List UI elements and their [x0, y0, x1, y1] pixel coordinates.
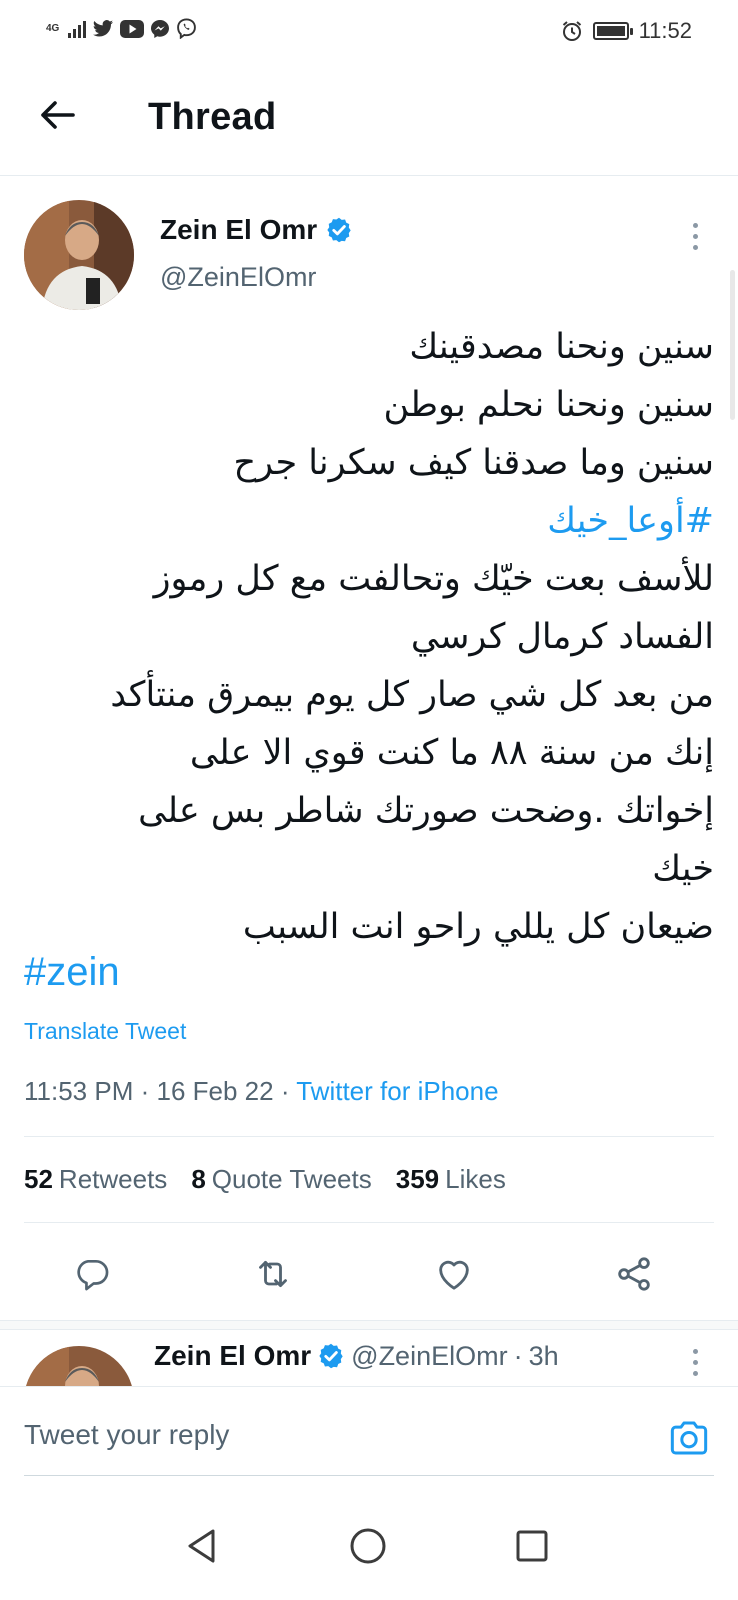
tweet-line: سنين ونحنا نحلم بوطن	[383, 385, 714, 425]
divider	[24, 1136, 714, 1137]
retweet-button[interactable]	[249, 1250, 297, 1298]
share-icon	[618, 1257, 650, 1291]
hashtag-zein-link[interactable]: #zein	[24, 950, 120, 995]
reply-author-name: Zein El Omr	[154, 1340, 312, 1371]
nav-home-button[interactable]	[338, 1516, 398, 1576]
likes-label: Likes	[445, 1164, 506, 1194]
tweet-line: خيك	[652, 849, 714, 889]
retweets-count: 52	[24, 1164, 53, 1194]
author-handle[interactable]: @ZeinElOmr	[160, 262, 316, 293]
meta-separator: ·	[280, 1076, 297, 1106]
tweet-source-link[interactable]: Twitter for iPhone	[296, 1076, 498, 1106]
quotes-count: 8	[191, 1164, 206, 1194]
app-header: Thread	[0, 62, 738, 176]
more-dot-icon	[692, 233, 698, 239]
tweet-line: الفساد كرمال كرسي	[410, 617, 714, 657]
tweet-actions	[0, 1238, 738, 1318]
camera-button[interactable]	[664, 1413, 714, 1463]
tweet-meta: 11:53 PM · 16 Feb 22 · Twitter for iPhon…	[24, 1076, 499, 1107]
more-dot-icon	[692, 1370, 698, 1376]
reply-composer: Tweet your reply	[0, 1386, 738, 1490]
likes-count: 359	[395, 1164, 440, 1194]
retweet-icon	[259, 1260, 287, 1288]
tweet-text: سنين ونحنا مصدقينك سنين ونحنا نحلم بوطن …	[24, 318, 714, 956]
scrollbar[interactable]	[730, 270, 735, 420]
meta-separator: ·	[513, 1340, 523, 1371]
author-name[interactable]: Zein El Omr	[160, 214, 353, 246]
tweet-line: سنين وما صدقنا كيف سكرنا جرح	[233, 443, 714, 483]
arrow-left-icon	[41, 101, 75, 129]
back-button[interactable]	[32, 90, 82, 140]
recents-square-icon	[516, 1530, 548, 1562]
hashtag-link[interactable]: #أوعا_خيك	[24, 492, 714, 550]
tweet-line: إخواتك .وضحت صورتك شاطر بس على	[138, 791, 714, 831]
reply-icon	[77, 1259, 109, 1291]
reply-input[interactable]: Tweet your reply	[24, 1419, 229, 1451]
reply-author[interactable]: Zein El Omr @ZeinElOmr · 3h	[154, 1340, 559, 1372]
reply-button[interactable]	[68, 1250, 116, 1298]
nav-recents-button[interactable]	[502, 1516, 562, 1576]
author-name-text: Zein El Omr	[160, 214, 318, 245]
more-dot-icon	[692, 1359, 698, 1365]
reply-input-underline	[24, 1475, 714, 1476]
status-time: 11:52	[638, 18, 692, 43]
nav-back-button[interactable]	[172, 1516, 232, 1576]
avatar-photo	[24, 200, 134, 310]
meta-separator: ·	[140, 1076, 157, 1106]
verified-badge-icon	[319, 1343, 343, 1369]
messenger-icon	[151, 19, 169, 38]
home-circle-icon	[350, 1528, 386, 1564]
back-triangle-icon	[188, 1529, 215, 1563]
status-right: 11:52	[561, 18, 692, 44]
alarm-icon	[562, 21, 581, 41]
like-button[interactable]	[430, 1250, 478, 1298]
tweet-line: إنك من سنة ٨٨ ما كنت قوي الا على	[189, 733, 714, 773]
status-bar: 4G 11:52	[0, 0, 738, 62]
camera-icon	[670, 1421, 708, 1455]
verified-badge-icon	[327, 217, 351, 243]
more-dot-icon	[692, 222, 698, 228]
tweet-line: سنين ونحنا مصدقينك	[409, 327, 714, 367]
divider	[24, 1222, 714, 1223]
page-title: Thread	[148, 96, 277, 138]
quotes-label: Quote Tweets	[211, 1164, 372, 1194]
signal-icon	[68, 20, 86, 38]
twitter-icon	[92, 19, 114, 37]
likes-stat[interactable]: 359 Likes	[396, 1164, 506, 1195]
youtube-icon	[120, 19, 144, 38]
system-nav-bar	[0, 1490, 738, 1600]
reply-more-options-button[interactable]	[680, 1344, 710, 1380]
share-button[interactable]	[610, 1250, 658, 1298]
network-type: 4G	[46, 23, 60, 34]
retweets-label: Retweets	[58, 1164, 168, 1194]
viber-icon	[177, 18, 196, 39]
tweet-date: 16 Feb 22	[156, 1076, 274, 1106]
thread-separator	[0, 1320, 738, 1330]
author-avatar[interactable]	[24, 200, 134, 310]
reply-age: 3h	[528, 1340, 559, 1371]
translate-tweet-link[interactable]: Translate Tweet	[24, 1018, 186, 1045]
tweet-line: من بعد كل شي صار كل يوم بيمرق منتأكد	[110, 675, 714, 715]
battery-icon	[592, 22, 633, 40]
tweet-time: 11:53 PM	[24, 1076, 134, 1106]
quote-tweets-stat[interactable]: 8 Quote Tweets	[191, 1164, 371, 1195]
more-options-button[interactable]	[680, 218, 710, 254]
status-left: 4G	[46, 18, 197, 39]
more-dot-icon	[692, 244, 698, 250]
retweets-stat[interactable]: 52 Retweets	[24, 1164, 167, 1195]
more-dot-icon	[692, 1348, 698, 1354]
tweet-line: للأسف بعت خيّك وتحالفت مع كل رموز	[153, 559, 714, 599]
like-icon	[439, 1260, 469, 1290]
tweet-stats: 52 Retweets 8 Quote Tweets 359 Likes	[24, 1164, 506, 1195]
reply-author-handle: @ZeinElOmr	[351, 1340, 508, 1371]
tweet-line: ضيعان كل يللي راحو انت السبب	[242, 907, 714, 947]
